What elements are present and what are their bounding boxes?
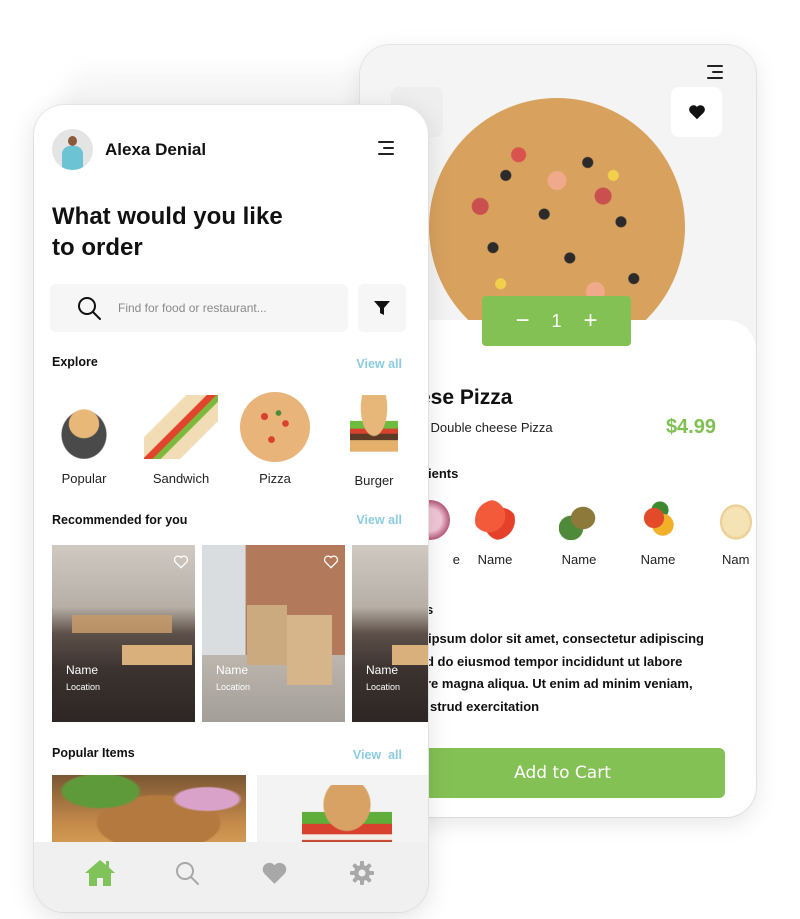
decrease-quantity-button[interactable]: − [515,309,529,333]
heart-outline-icon[interactable] [173,555,189,569]
ingredient-item[interactable]: Name [465,500,525,567]
bell-pepper-icon [638,500,678,540]
popular-view-all-link[interactable]: View all [353,748,402,762]
restaurant-location: Location [366,682,401,692]
nav-settings[interactable] [342,853,382,893]
restaurant-name: Name [216,663,249,677]
recommended-title: Recommended for you [52,513,188,527]
nav-search[interactable] [167,853,207,893]
explore-view-all-link[interactable]: View all [356,357,402,371]
product-price: $4.99 [665,416,716,438]
ingredient-item[interactable]: Name [549,500,609,567]
recommended-view-all-link[interactable]: View all [356,513,402,527]
ingredient-item[interactable]: Nam [706,500,756,567]
pizza-icon [240,392,310,462]
product-title: ese Pizza [419,386,513,409]
avatar[interactable] [52,129,93,170]
category-sandwich[interactable]: Sandwich [136,395,226,486]
heart-icon [262,862,287,884]
category-popular[interactable]: Popular [39,395,129,486]
search-icon [176,862,200,885]
cheese-icon [716,500,756,540]
tomato-icon [475,500,515,540]
restaurant-card[interactable]: Name Location [352,545,428,722]
search-bar [50,284,348,332]
heart-outline-icon[interactable] [323,555,339,569]
restaurant-location: Location [216,682,251,692]
ingredient-item[interactable]: Name [628,500,688,567]
search-icon [78,297,101,320]
restaurant-card[interactable]: Name Location [52,545,195,722]
add-to-cart-button[interactable]: Add to Cart [400,748,725,798]
product-subtitle: l Double cheese Pizza [424,420,553,435]
olives-icon [559,500,599,540]
bottom-navigation [34,842,428,912]
heart-icon [688,105,705,120]
restaurant-name: Name [66,663,99,677]
menu-icon[interactable] [378,141,394,155]
restaurant-name: Name [366,663,399,677]
home-screen: Alexa Denial What would you like to orde… [34,105,428,912]
category-pizza[interactable]: Pizza [230,392,320,486]
search-input[interactable] [118,301,338,315]
gear-icon [350,861,375,885]
menu-icon[interactable] [707,65,723,79]
noodles-plate-icon [47,395,121,459]
home-icon [84,860,115,886]
favorite-button[interactable] [671,87,722,137]
page-title: What would you like to order [52,203,283,261]
sandwich-icon [144,395,218,459]
category-burger[interactable]: Burger [329,395,419,488]
filter-button[interactable] [358,284,406,332]
quantity-value: 1 [551,310,562,331]
restaurant-image [352,545,428,722]
nav-favorites[interactable] [255,853,295,893]
increase-quantity-button[interactable]: + [584,309,598,333]
filter-icon [374,301,390,315]
restaurant-image [52,545,195,722]
restaurant-card[interactable]: Name Location [202,545,345,722]
ingredients-title: ients [428,466,459,481]
explore-title: Explore [52,355,98,369]
nav-home[interactable] [80,853,120,893]
quantity-stepper: − 1 + [482,296,631,346]
restaurant-location: Location [66,682,101,692]
details-text: ipsum dolor sit amet, consectetur adipis… [426,631,704,714]
burger-icon [350,395,398,459]
popular-items-title: Popular Items [52,746,135,760]
user-name: Alexa Denial [105,140,207,159]
